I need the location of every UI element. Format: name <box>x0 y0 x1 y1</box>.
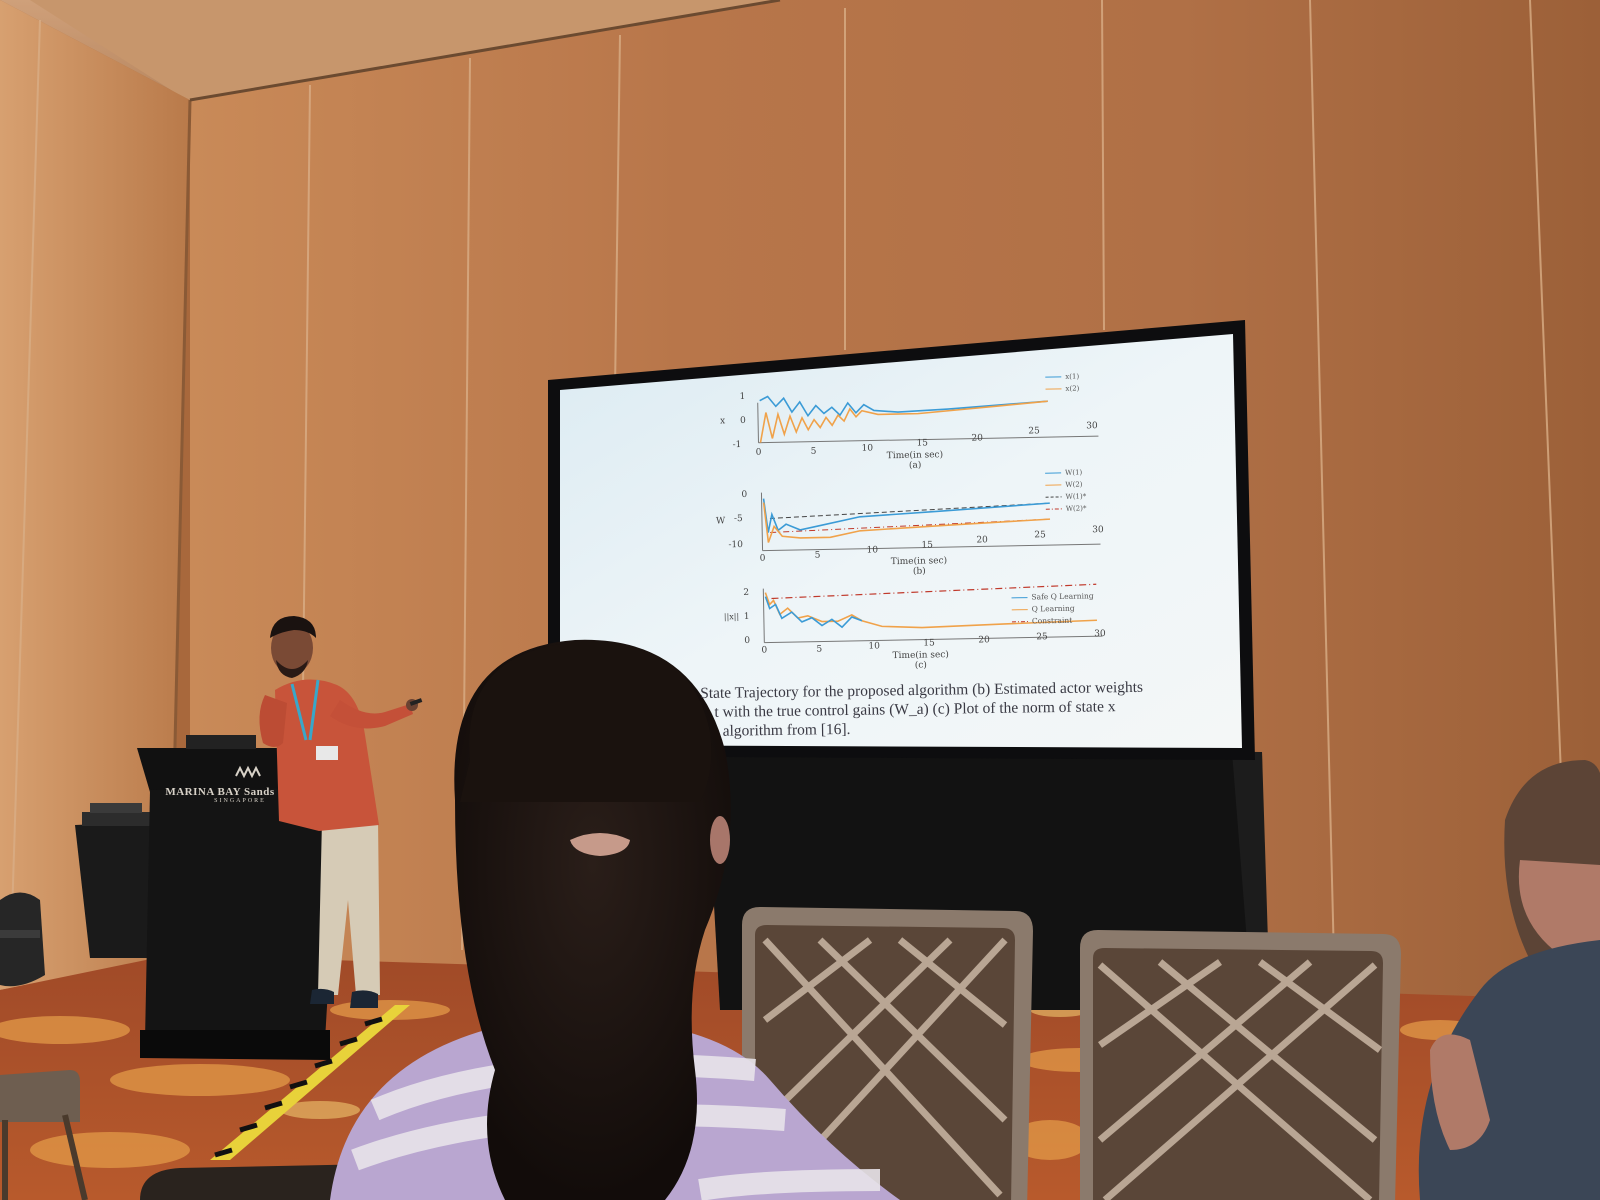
panel-c-sublabel: (c) <box>915 660 927 671</box>
svg-text:W(1)*: W(1)* <box>1066 492 1087 500</box>
svg-text:W(2): W(2) <box>1065 480 1083 488</box>
svg-text:W(1): W(1) <box>1065 468 1083 476</box>
svg-text:30: 30 <box>1086 421 1098 431</box>
svg-text:20: 20 <box>976 535 988 545</box>
svg-text:25: 25 <box>1034 530 1046 540</box>
svg-text:Q Learning: Q Learning <box>1032 604 1075 614</box>
podium-brand: MARINA BAY Sands <box>165 786 275 798</box>
svg-text:5: 5 <box>816 645 822 655</box>
svg-text:5: 5 <box>815 551 821 561</box>
panel-a-xlabel: Time(in sec) <box>887 449 943 461</box>
panel-b-ylabel: W <box>716 516 726 526</box>
panel-a: 1 0 -1 x 0 5 10 15 20 25 30 Time(in sec)… <box>720 373 1099 471</box>
panel-b-ytick: -5 <box>734 514 743 524</box>
panel-b-ytick: -10 <box>728 540 743 550</box>
panel-b-sublabel: (b) <box>913 566 926 577</box>
svg-text:15: 15 <box>916 438 928 448</box>
svg-text:30: 30 <box>1094 629 1106 639</box>
svg-text:15: 15 <box>921 540 933 550</box>
svg-text:x(1): x(1) <box>1065 373 1079 381</box>
panel-a-ytick: 0 <box>740 416 746 426</box>
svg-text:20: 20 <box>978 635 990 645</box>
svg-text:0: 0 <box>760 554 766 564</box>
panel-b-series-orange <box>762 502 1051 543</box>
panel-c-ytick: 1 <box>744 612 750 622</box>
svg-text:10: 10 <box>866 545 878 555</box>
svg-text:W(2)*: W(2)* <box>1066 504 1087 512</box>
podium-location: SINGAPORE <box>214 798 266 804</box>
panel-a-legend: x(1) x(2) <box>1045 373 1080 393</box>
panel-c-xlabel: Time(in sec) <box>892 649 948 661</box>
slide-caption: State Trajectory for the proposed algori… <box>700 677 1221 741</box>
panel-b-ytick: 0 <box>741 490 747 500</box>
svg-text:30: 30 <box>1092 525 1104 535</box>
panel-a-series-blue <box>759 395 1048 418</box>
svg-text:20: 20 <box>971 433 983 443</box>
svg-text:25: 25 <box>1028 426 1040 436</box>
panel-c-ytick: 2 <box>743 588 749 598</box>
panel-a-ylabel: x <box>720 416 725 426</box>
panel-b-series-blue <box>762 498 1050 533</box>
panel-c: 2 1 0 ||x|| 0 5 10 15 20 25 30 Time(in s… <box>724 583 1106 671</box>
svg-text:25: 25 <box>1036 632 1048 642</box>
panel-c-ytick: 0 <box>744 636 750 646</box>
svg-text:0: 0 <box>756 448 762 458</box>
panel-b-legend: W(1) W(2) W(1)* W(2)* <box>1045 468 1087 513</box>
svg-text:5: 5 <box>811 447 817 457</box>
panel-a-sublabel: (a) <box>909 460 922 471</box>
svg-text:10: 10 <box>868 641 880 651</box>
svg-text:Constraint: Constraint <box>1032 616 1072 626</box>
panel-c-ylabel: ||x|| <box>724 612 739 621</box>
svg-text:Safe Q Learning: Safe Q Learning <box>1031 591 1093 601</box>
panel-a-ytick: 1 <box>740 392 746 402</box>
svg-text:x(2): x(2) <box>1065 385 1079 393</box>
panel-c-series-blue <box>764 596 863 629</box>
slide-figure: 1 0 -1 x 0 5 10 15 20 25 30 Time(in sec)… <box>716 373 1106 671</box>
panel-b-xlabel: Time(in sec) <box>891 555 947 567</box>
panel-b: 0 -5 -10 W 0 5 10 15 20 25 30 Time(in se… <box>716 468 1104 577</box>
svg-text:10: 10 <box>862 443 874 453</box>
svg-text:0: 0 <box>761 646 767 656</box>
svg-text:15: 15 <box>923 638 935 648</box>
podium-logo: MARINA BAY Sands SINGAPORE <box>150 786 290 804</box>
panel-a-ytick: -1 <box>732 440 741 450</box>
